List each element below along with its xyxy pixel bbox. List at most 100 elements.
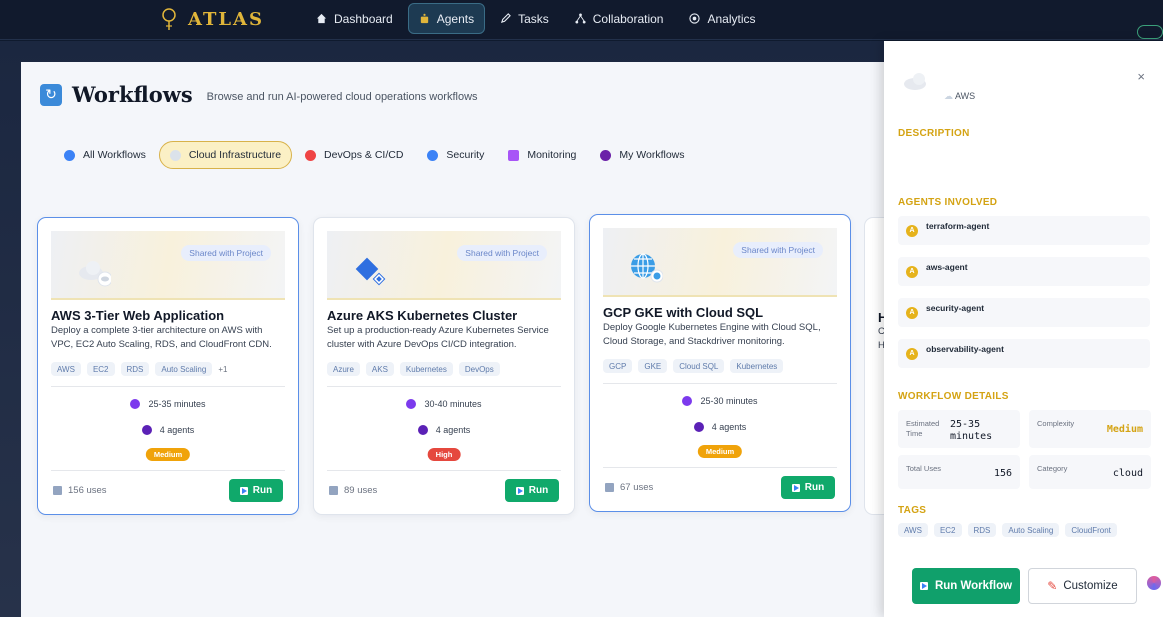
description-heading: DESCRIPTION <box>898 128 970 139</box>
nav-dashboard[interactable]: Dashboard <box>305 3 404 34</box>
tag: Auto Scaling <box>155 362 213 376</box>
card-description: Set up a production-ready Azure Kubernet… <box>327 325 549 350</box>
run-workflow-button[interactable]: Run Workflow <box>912 568 1020 604</box>
card-hero: Shared with Project <box>327 231 561 300</box>
agent-name: observability-agent <box>926 343 1004 354</box>
usage-count: 67 uses <box>605 482 653 493</box>
usage-text: 67 uses <box>620 482 654 493</box>
customize-button[interactable]: ✎ Customize <box>1028 568 1137 604</box>
category-label: Cloud Infrastructure <box>188 149 282 161</box>
estimated-time-value: 25-35 minutes <box>950 419 993 442</box>
agent-count-text: 4 agents <box>435 425 471 435</box>
category: Category cloud <box>1029 455 1151 489</box>
agent-icon: A <box>906 224 918 237</box>
workflow-card-azure[interactable]: Shared with Project Azure AKS Kubernetes… <box>313 217 575 515</box>
cloud-icon <box>904 73 926 90</box>
card-title: Azure AKS Kubernetes Cluster <box>327 308 518 323</box>
target-icon <box>689 13 701 24</box>
category-all-workflows[interactable]: All Workflows <box>53 141 157 169</box>
page-title: Workflows <box>72 82 193 107</box>
agent-count-text: 4 agents <box>159 425 195 435</box>
nav-agents[interactable]: Agents <box>407 3 486 34</box>
person-icon <box>600 149 612 161</box>
tag: Kubernetes <box>730 359 784 373</box>
chart-icon <box>329 486 338 495</box>
shared-badge: Shared with Project <box>733 242 823 258</box>
category-label: Security <box>446 149 485 161</box>
run-label: Run <box>528 485 549 496</box>
agent-name: security-agent <box>926 302 985 313</box>
atlas-logo[interactable]: ATLAS <box>160 6 264 32</box>
home-icon <box>316 13 327 24</box>
total-uses-label: Total Uses <box>906 464 942 473</box>
nav-tasks[interactable]: Tasks <box>489 3 560 34</box>
usage-text: 89 uses <box>344 485 378 496</box>
agent-item: Aobservability-agent <box>898 339 1150 368</box>
diamond-icon <box>355 257 386 286</box>
card-title: AWS 3-Tier Web Application <box>51 308 225 323</box>
app-name: ATLAS <box>188 8 264 30</box>
provider-name: AWS <box>955 91 976 101</box>
total-uses-value: 156 <box>993 468 1012 479</box>
usage-count: 89 uses <box>329 485 377 496</box>
tag: AWS <box>898 523 928 537</box>
category-filters: All Workflows Cloud Infrastructure DevOp… <box>53 141 696 169</box>
agent-icon: A <box>906 265 918 278</box>
nav-analytics[interactable]: Analytics <box>678 3 766 34</box>
workflow-card-gcp[interactable]: Shared with Project GCP GKE with Cloud S… <box>589 214 851 512</box>
run-label: Run <box>804 482 825 493</box>
lightbulb-icon <box>162 8 176 30</box>
chart-icon <box>53 486 62 495</box>
tag: EC2 <box>933 523 962 537</box>
workflow-detail-panel: × ☁ AWS DESCRIPTION AGENTS INVOLVED Ater… <box>884 41 1163 617</box>
detail-tags: AWS EC2 RDS Auto Scaling CloudFront <box>898 523 1117 537</box>
category-security[interactable]: Security <box>416 141 495 169</box>
card-tags: GCP GKE Cloud SQL Kubernetes <box>603 359 784 373</box>
category-value: cloud <box>1112 468 1143 479</box>
divider <box>603 467 837 468</box>
category-my-workflows[interactable]: My Workflows <box>589 141 695 169</box>
cloud-icon <box>79 261 111 287</box>
toggle-icon[interactable] <box>1137 25 1163 39</box>
brain-icon[interactable] <box>1147 576 1161 590</box>
run-label: Run <box>252 485 273 496</box>
complexity: Complexity Medium <box>1029 410 1151 448</box>
agent-name: terraform-agent <box>926 220 990 231</box>
globe-icon <box>64 149 75 161</box>
category-label: My Workflows <box>619 149 685 161</box>
robot-icon <box>420 13 428 24</box>
agent-count: 4 agents <box>590 422 850 432</box>
people-icon <box>693 422 704 432</box>
nav-agents-label: Agents <box>436 11 475 26</box>
tags-heading: TAGS <box>898 505 927 516</box>
agent-item: Asecurity-agent <box>898 298 1150 327</box>
agent-name: aws-agent <box>926 261 968 272</box>
duration-text: 25-30 minutes <box>700 396 758 406</box>
details-heading: WORKFLOW DETAILS <box>898 391 1009 402</box>
card-tags: Azure AKS Kubernetes DevOps <box>327 362 500 376</box>
run-button[interactable]: Run <box>505 479 559 502</box>
close-icon[interactable]: × <box>1137 69 1145 84</box>
people-icon <box>141 425 152 435</box>
agent-count-text: 4 agents <box>711 422 747 432</box>
shield-icon <box>427 149 439 161</box>
category-monitoring[interactable]: Monitoring <box>497 141 587 169</box>
category-label: Category <box>1037 464 1068 473</box>
duration: 30-40 minutes <box>314 399 574 409</box>
estimated-time-label: Estimated Time <box>906 419 940 438</box>
stopwatch-icon <box>130 399 141 409</box>
run-button[interactable]: Run <box>229 479 283 502</box>
workflow-card-aws[interactable]: Shared with Project AWS 3-Tier Web Appli… <box>37 217 299 515</box>
nav-collaboration[interactable]: Collaboration <box>564 3 675 34</box>
nav-analytics-label: Analytics <box>707 11 756 26</box>
nav-tasks-label: Tasks <box>518 11 549 26</box>
card-hero: Shared with Project <box>51 231 285 300</box>
agent-count: 4 agents <box>38 425 298 435</box>
category-cloud-infrastructure[interactable]: Cloud Infrastructure <box>158 141 293 169</box>
run-button[interactable]: Run <box>781 476 835 499</box>
customize-label: Customize <box>1063 580 1118 592</box>
tag: GCP <box>603 359 633 373</box>
category-devops[interactable]: DevOps & CI/CD <box>294 141 414 169</box>
divider <box>327 386 561 387</box>
nav-dashboard-label: Dashboard <box>334 11 393 26</box>
